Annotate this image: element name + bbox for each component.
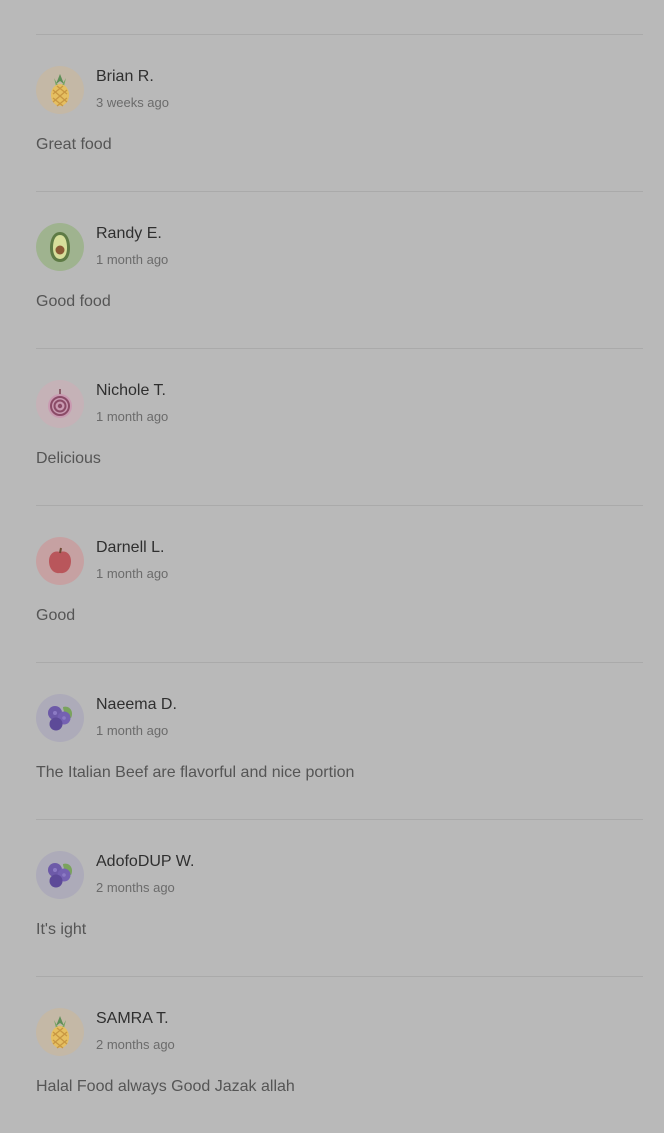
review-item: Randy E. 1 month ago Good food [36,191,643,348]
pineapple-icon [51,1016,69,1049]
divider [36,505,643,506]
review-item: Naeema D. 1 month ago The Italian Beef a… [36,662,643,819]
review-item: Brian R. 3 weeks ago Great food [36,34,643,191]
review-time: 1 month ago [96,723,169,738]
divider [36,348,643,349]
reviewer-name: Brian R. [96,68,154,85]
review-time: 2 months ago [96,1037,175,1052]
review-text: Delicious [36,450,101,467]
reviewer-name: Randy E. [96,225,162,242]
avatar [36,1008,84,1056]
pineapple-icon [51,74,69,107]
review-item: Nichole T. 1 month ago Delicious [36,348,643,505]
reviewer-name: Naeema D. [96,696,177,713]
divider [36,191,643,192]
reviewer-name: Darnell L. [96,539,165,556]
blueberry-icon [48,706,73,731]
divider [36,976,643,977]
reviewer-name: AdofoDUP W. [96,853,195,870]
review-text: Good [36,607,76,624]
reviewer-name: Nichole T. [96,382,166,399]
divider [36,819,643,820]
onion-icon [48,389,72,418]
review-text: It's ight [36,921,87,938]
apple-icon [49,547,71,574]
avatar [36,223,84,271]
avatar [36,66,84,114]
avatar [36,380,84,428]
review-text: Good food [36,293,111,310]
review-item: Darnell L. 1 month ago Good [36,505,643,662]
review-time: 3 weeks ago [96,95,169,110]
review-time: 1 month ago [96,252,169,267]
review-text: Great food [36,136,112,153]
divider [36,662,643,663]
review-time: 1 month ago [96,566,169,581]
review-time: 2 months ago [96,880,175,895]
avocado-icon [50,232,70,262]
blueberry-icon [48,863,73,888]
review-time: 1 month ago [96,409,169,424]
avatar [36,694,84,742]
review-item: SAMRA T. 2 months ago Halal Food always … [36,976,643,1133]
review-text: The Italian Beef are flavorful and nice … [36,764,355,781]
review-text: Halal Food always Good Jazak allah [36,1078,295,1095]
review-item: AdofoDUP W. 2 months ago It's ight [36,819,643,976]
reviewer-name: SAMRA T. [96,1010,169,1027]
divider [36,34,643,35]
avatar [36,537,84,585]
avatar [36,851,84,899]
